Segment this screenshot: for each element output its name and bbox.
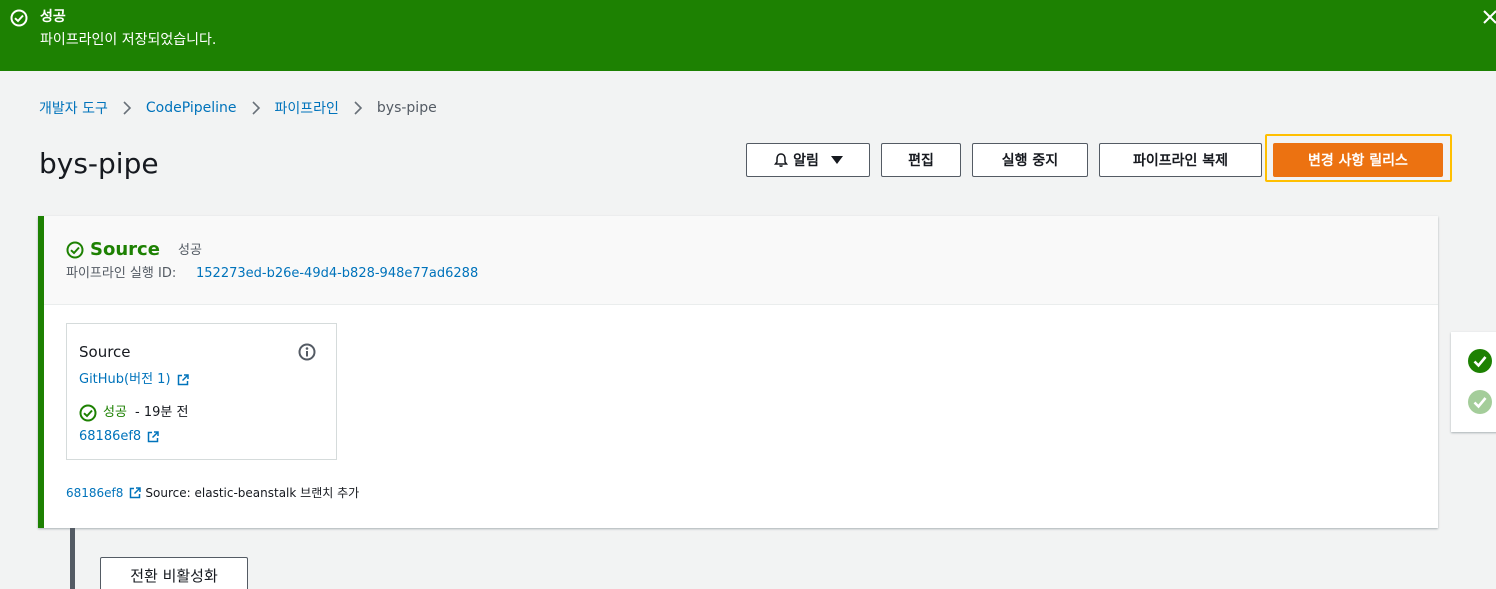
- chevron-right-icon: [251, 101, 260, 115]
- external-link-icon: [177, 374, 189, 386]
- notify-dropdown-button[interactable]: 알림: [746, 143, 870, 177]
- check-circle-icon: [10, 9, 28, 27]
- stop-execution-button[interactable]: 실행 중지: [972, 143, 1088, 177]
- transition-connector: [70, 528, 75, 589]
- breadcrumb-codepipeline[interactable]: CodePipeline: [146, 100, 237, 116]
- stage-name: Source: [90, 239, 160, 260]
- stage-commit-summary: 68186ef8 Source: elastic-beanstalk 브랜치 추…: [66, 484, 359, 502]
- external-link-icon: [147, 431, 159, 443]
- stage-header: Source 성공 파이프라인 실행 ID: 152273ed-b26e-49d…: [44, 216, 1438, 305]
- external-link-icon: [130, 487, 142, 499]
- execution-id-link[interactable]: 152273ed-b26e-49d4-b828-948e77ad6288: [196, 265, 478, 283]
- source-action-box: Source GitHub(버전 1) 성공 - 19분 전 68186ef8: [66, 323, 337, 460]
- check-circle-icon: [79, 404, 97, 422]
- breadcrumb-developer-tools[interactable]: 개발자 도구: [39, 98, 108, 118]
- breadcrumb-current: bys-pipe: [376, 100, 437, 116]
- clone-pipeline-button[interactable]: 파이프라인 복제: [1099, 143, 1262, 177]
- action-time: - 19분 전: [135, 405, 189, 420]
- action-title: Source: [79, 343, 131, 361]
- breadcrumb: 개발자 도구 CodePipeline 파이프라인 bys-pipe: [39, 98, 437, 118]
- caret-down-icon: [830, 156, 843, 164]
- flash-message: 파이프라인이 저장되었습니다.: [40, 32, 217, 48]
- disable-transition-button[interactable]: 전환 비활성화: [100, 557, 248, 589]
- edit-button[interactable]: 편집: [881, 143, 961, 177]
- check-circle-icon: [1468, 349, 1492, 373]
- check-circle-icon: [66, 241, 84, 259]
- provider-label: GitHub(버전 1): [79, 372, 171, 387]
- commit-link[interactable]: 68186ef8: [79, 428, 159, 446]
- close-icon[interactable]: [1482, 9, 1496, 25]
- release-change-button[interactable]: 변경 사항 릴리스: [1273, 143, 1443, 177]
- info-icon[interactable]: [298, 343, 316, 361]
- chevron-right-icon: [354, 101, 363, 115]
- notify-label: 알림: [793, 153, 819, 169]
- commit-id: 68186ef8: [79, 429, 142, 444]
- success-flash-banner: 성공 파이프라인이 저장되었습니다.: [0, 0, 1496, 71]
- stage-status: 성공: [178, 243, 202, 258]
- execution-id-label: 파이프라인 실행 ID:: [66, 266, 177, 281]
- check-circle-icon: [1468, 390, 1492, 414]
- action-status: 성공: [103, 405, 127, 420]
- page-title: bys-pipe: [39, 147, 159, 180]
- footer-commit-id: 68186ef8: [66, 486, 124, 500]
- source-stage-card: Source 성공 파이프라인 실행 ID: 152273ed-b26e-49d…: [38, 216, 1438, 528]
- provider-link[interactable]: GitHub(버전 1): [79, 371, 189, 389]
- footer-commit-message: Source: elastic-beanstalk 브랜치 추가: [145, 486, 360, 500]
- bell-icon: [774, 153, 789, 167]
- stage-overview-panel: [1451, 332, 1496, 432]
- breadcrumb-pipelines[interactable]: 파이프라인: [275, 98, 339, 118]
- flash-title: 성공: [40, 9, 66, 25]
- footer-commit-link[interactable]: 68186ef8: [66, 484, 142, 502]
- chevron-right-icon: [123, 101, 131, 115]
